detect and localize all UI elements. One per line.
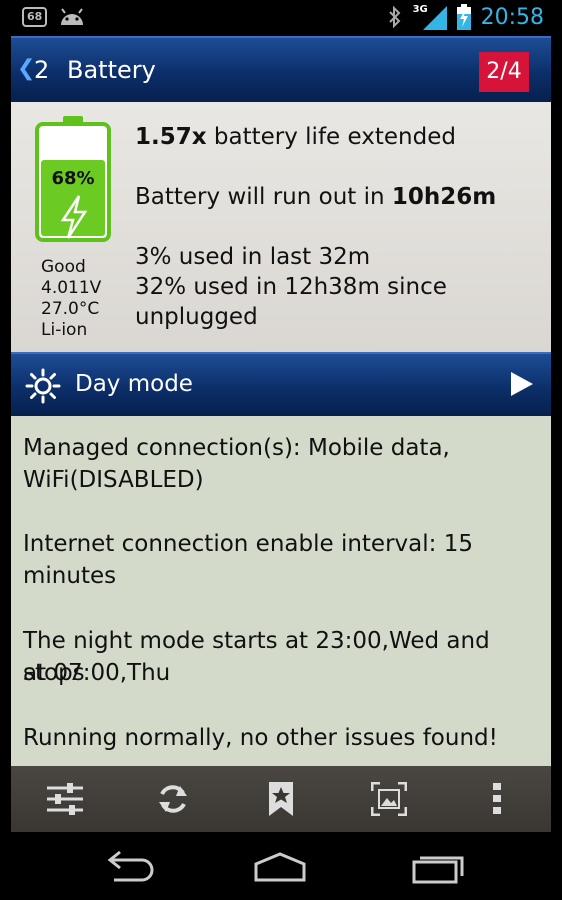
refresh-icon bbox=[159, 785, 187, 813]
signal-icon: 3G bbox=[413, 4, 447, 30]
used-since-line1: 32% used in 12h38m since bbox=[135, 274, 447, 300]
battery-voltage: 4.011V bbox=[41, 278, 102, 298]
clock: 20:58 bbox=[480, 4, 544, 30]
battery-type: Li-ion bbox=[41, 320, 88, 340]
managed-disabled: WiFi(DISABLED) bbox=[23, 467, 204, 493]
status-line: Running normally, no other issues found! bbox=[23, 725, 498, 751]
battery-runout-line: Battery will run out in 10h26m bbox=[135, 182, 496, 212]
android-icon bbox=[61, 8, 84, 25]
status-bar: 68 3G 20:58 bbox=[0, 0, 562, 36]
battery-health: Good bbox=[41, 257, 86, 277]
battery-panel: 68% Good 4.011V 27.0°C Li-ion 1.57x batt… bbox=[11, 102, 551, 352]
battery-extended-line: 1.57x battery life extended bbox=[135, 122, 456, 152]
notification-badge: 68 bbox=[22, 7, 48, 27]
play-icon[interactable] bbox=[511, 372, 533, 396]
bottom-toolbar bbox=[11, 766, 551, 832]
screenshot-icon bbox=[371, 782, 407, 816]
battery-level-icon: 68% bbox=[35, 116, 111, 242]
system-nav-bar bbox=[0, 832, 562, 900]
extended-text: battery life extended bbox=[206, 124, 456, 150]
extended-value: 1.57x bbox=[135, 124, 207, 150]
overflow-menu-icon bbox=[493, 783, 501, 814]
bookmark-star-icon bbox=[269, 782, 293, 816]
sliders-icon bbox=[47, 783, 83, 815]
app-frame: ❮ 2 Battery 2/4 68% Good 4.011V 27.0°C L… bbox=[11, 36, 551, 832]
runout-text: Battery will run out in bbox=[135, 184, 392, 210]
battery-temperature: 27.0°C bbox=[41, 299, 100, 319]
back-count[interactable]: 2 bbox=[34, 56, 49, 84]
used-recent: 3% used in last 32m bbox=[135, 244, 371, 270]
overflow-menu-button[interactable] bbox=[473, 775, 521, 823]
battery-percent: 68% bbox=[51, 168, 94, 189]
settings-button[interactable] bbox=[41, 775, 89, 823]
home-icon[interactable] bbox=[250, 850, 310, 884]
bluetooth-icon bbox=[388, 5, 401, 29]
interval-line1: Internet connection enable interval: 15 bbox=[23, 531, 473, 557]
screenshot-button[interactable] bbox=[365, 775, 413, 823]
page-title: Battery bbox=[67, 56, 156, 84]
mode-label: Day mode bbox=[75, 371, 193, 397]
night-line2: at 07:00,Thu bbox=[23, 660, 171, 686]
battery-stats: Good 4.011V 27.0°C Li-ion bbox=[41, 257, 101, 341]
refresh-button[interactable] bbox=[149, 775, 197, 823]
mode-info-panel: Managed connection(s): Mobile data, WiFi… bbox=[11, 416, 551, 768]
day-mode-bar[interactable]: Day mode bbox=[11, 352, 551, 416]
page-indicator[interactable]: 2/4 bbox=[479, 52, 529, 92]
app-header: ❮ 2 Battery 2/4 bbox=[11, 36, 551, 102]
back-chevron-icon[interactable]: ❮ bbox=[17, 56, 35, 81]
recent-apps-icon[interactable] bbox=[410, 850, 470, 884]
sun-icon bbox=[25, 368, 61, 404]
back-icon[interactable] bbox=[98, 850, 158, 884]
bookmark-button[interactable] bbox=[257, 775, 305, 823]
interval-line2: minutes bbox=[23, 563, 117, 589]
managed-line1: Managed connection(s): Mobile data, bbox=[23, 435, 450, 461]
used-since-line2: unplugged bbox=[135, 304, 258, 330]
battery-charging-icon bbox=[456, 4, 471, 30]
runout-value: 10h26m bbox=[391, 184, 497, 210]
